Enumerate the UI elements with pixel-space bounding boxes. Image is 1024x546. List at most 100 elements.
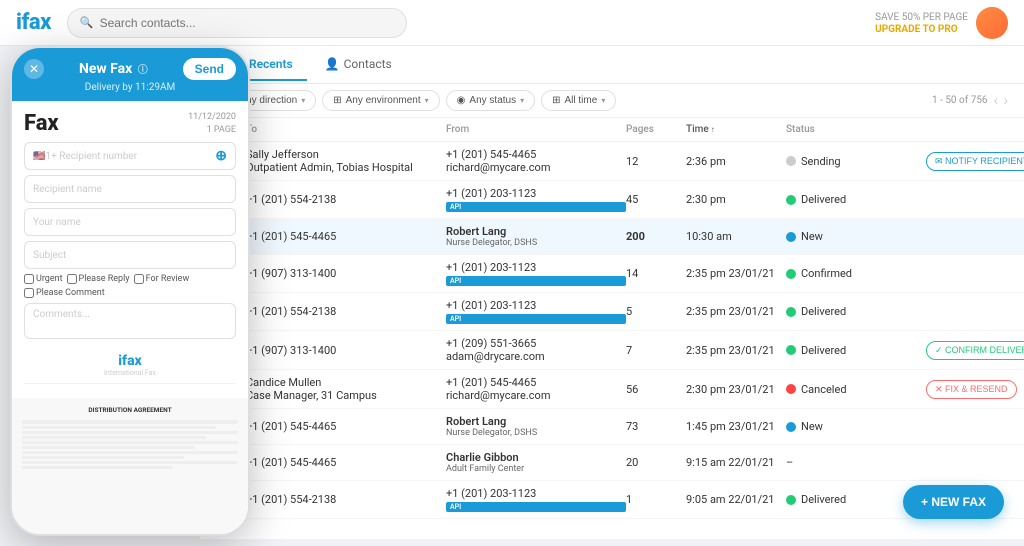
status-dot: [786, 269, 796, 279]
next-page-button[interactable]: ›: [1004, 93, 1008, 109]
fax-page: 1 PAGE: [188, 124, 236, 137]
status-dot: [786, 156, 796, 166]
pages-cell: 73: [626, 420, 686, 433]
status-label: Confirmed: [801, 267, 852, 280]
table-row[interactable]: +1 (201) 545-4465 Robert Lang Nurse Dele…: [200, 409, 1024, 445]
time-cell: 1:45 pm 23/01/21: [686, 420, 786, 433]
to-cell: +1 (201) 554-2138: [246, 305, 446, 318]
filter-time[interactable]: ⊞ All time ▾: [541, 90, 616, 111]
avatar[interactable]: [976, 7, 1008, 39]
add-recipient-icon[interactable]: ⊕: [215, 148, 227, 164]
recipient-name-field[interactable]: Recipient name: [24, 175, 236, 203]
flag-icon: 🇺🇸: [33, 151, 45, 162]
for-review-checkbox[interactable]: For Review: [134, 274, 190, 284]
filter-environment[interactable]: ⊞ Any environment ▾: [322, 90, 439, 111]
header-right: SAVE 50% PER PAGE UPGRADE TO PRO: [875, 7, 1008, 39]
pages-cell: 200: [626, 230, 686, 243]
table-row[interactable]: +1 (201) 554-2138 +1 (201) 203-1123 API …: [200, 293, 1024, 331]
pages-cell: 45: [626, 193, 686, 206]
filter-status[interactable]: ◉ Any status ▾: [446, 90, 535, 111]
app-logo: ifax: [16, 10, 51, 35]
your-name-placeholder: Your name: [33, 217, 81, 228]
api-badge: API: [446, 276, 626, 286]
fix-resend-button[interactable]: ✕ FIX & RESEND: [926, 380, 1017, 399]
phone-title: New Fax ⓘ: [44, 61, 183, 77]
please-comment-input[interactable]: [24, 288, 34, 298]
api-badge: API: [446, 314, 626, 324]
new-fax-button[interactable]: + NEW FAX: [903, 485, 1004, 519]
status-dot: [786, 232, 796, 242]
from-cell: +1 (201) 203-1123 API: [446, 261, 626, 286]
table-row[interactable]: +1 (201) 554-2138 +1 (201) 203-1123 API …: [200, 181, 1024, 219]
tabs-row: 🕐 Recents 👤 Contacts: [200, 46, 1024, 84]
for-review-input[interactable]: [134, 274, 144, 284]
table-row[interactable]: Candice Mullen Case Manager, 31 Campus +…: [200, 370, 1024, 409]
confirm-delivery-button[interactable]: ✓ CONFIRM DELIVERY: [926, 341, 1024, 360]
prev-page-button[interactable]: ‹: [994, 93, 998, 109]
phone-logo-area: ifax International Fax: [24, 347, 236, 384]
table-row[interactable]: +1 (201) 554-2138 +1 (201) 203-1123 API …: [200, 481, 1024, 519]
status-dot: [786, 307, 796, 317]
checkboxes-row: Urgent Please Reply For Review Please Co…: [24, 274, 236, 298]
notify-recipient-button[interactable]: ✉ NOTIFY RECIPIENT: [926, 152, 1024, 171]
status-dot: [786, 384, 796, 394]
th-time[interactable]: Time: [686, 124, 786, 135]
to-cell: Sally Jefferson Outpatient Admin, Tobias…: [246, 148, 446, 174]
subject-placeholder: Subject: [33, 250, 66, 261]
upgrade-link[interactable]: UPGRADE TO PRO: [875, 24, 968, 35]
filters-row: ⇄ Any direction ▾ ⊞ Any environment ▾ ◉ …: [200, 84, 1024, 118]
action-cell[interactable]: ✓ CONFIRM DELIVERY: [926, 341, 1024, 360]
status-label: Sending: [801, 155, 841, 168]
table-row[interactable]: +1 (201) 545-4465 Charlie Gibbon Adult F…: [200, 445, 1024, 481]
from-cell: +1 (201) 545-4465 richard@mycare.com: [446, 148, 626, 174]
status-cell: New: [786, 230, 926, 243]
time-cell: 2:35 pm 23/01/21: [686, 344, 786, 357]
to-cell: Candice Mullen Case Manager, 31 Campus: [246, 376, 446, 402]
search-input[interactable]: [100, 16, 394, 30]
to-cell: +1 (201) 554-2138: [246, 493, 446, 506]
your-name-field[interactable]: Your name: [24, 208, 236, 236]
status-dot: [786, 422, 796, 432]
urgent-checkbox[interactable]: Urgent: [24, 274, 63, 284]
phone-close-btn[interactable]: ✕: [24, 59, 44, 79]
status-label: Delivered: [801, 344, 846, 357]
time-cell: 2:36 pm: [686, 155, 786, 168]
time-cell: 2:30 pm: [686, 193, 786, 206]
status-dot: [786, 345, 796, 355]
from-cell: +1 (201) 545-4465 richard@mycare.com: [446, 376, 626, 402]
from-cell: Charlie Gibbon Adult Family Center: [446, 451, 626, 474]
urgent-input[interactable]: [24, 274, 34, 284]
search-bar[interactable]: 🔍: [67, 8, 407, 38]
pagination: 1 - 50 of 756 ‹ ›: [932, 93, 1008, 109]
from-cell: Robert Lang Nurse Delegator, DSHS: [446, 225, 626, 248]
recipient-placeholder: 1+ Recipient number: [45, 151, 215, 162]
fax-date: 11/12/2020: [188, 111, 236, 124]
status-label: –: [786, 456, 793, 469]
phone-delivery-text: Delivery by 11:29AM: [24, 82, 236, 93]
table-row[interactable]: Sally Jefferson Outpatient Admin, Tobias…: [200, 142, 1024, 181]
table-row[interactable]: +1 (907) 313-1400 +1 (201) 203-1123 API …: [200, 255, 1024, 293]
please-reply-checkbox[interactable]: Please Reply: [67, 274, 130, 284]
time-cell: 2:35 pm 23/01/21: [686, 305, 786, 318]
status-label: Canceled: [801, 383, 847, 396]
action-cell[interactable]: ✉ NOTIFY RECIPIENT: [926, 152, 1024, 171]
please-comment-checkbox[interactable]: Please Comment: [24, 288, 105, 298]
fax-panel: 🕐 Recents 👤 Contacts ⇄ Any direction ▾ ⊞…: [200, 46, 1024, 539]
to-cell: +1 (201) 545-4465: [246, 456, 446, 469]
status-label: New: [801, 230, 823, 243]
phone-send-button[interactable]: Send: [183, 58, 236, 80]
status-label: Delivered: [801, 493, 846, 506]
chevron-down-icon-2: ▾: [425, 96, 429, 105]
subject-field[interactable]: Subject: [24, 241, 236, 269]
api-badge: API: [446, 502, 626, 512]
table-row[interactable]: +1 (201) 545-4465 Robert Lang Nurse Dele…: [200, 219, 1024, 255]
comments-field[interactable]: Comments...: [24, 303, 236, 339]
recipient-number-field[interactable]: 🇺🇸 1+ Recipient number ⊕: [24, 142, 236, 170]
tab-contacts[interactable]: 👤 Contacts: [311, 49, 406, 81]
to-cell: +1 (201) 554-2138: [246, 193, 446, 206]
action-cell[interactable]: ✕ FIX & RESEND: [926, 380, 1024, 399]
table-row[interactable]: +1 (907) 313-1400 +1 (209) 551-3665 adam…: [200, 331, 1024, 370]
please-reply-input[interactable]: [67, 274, 77, 284]
comments-placeholder: Comments...: [33, 309, 90, 320]
from-cell: +1 (201) 203-1123 API: [446, 187, 626, 212]
